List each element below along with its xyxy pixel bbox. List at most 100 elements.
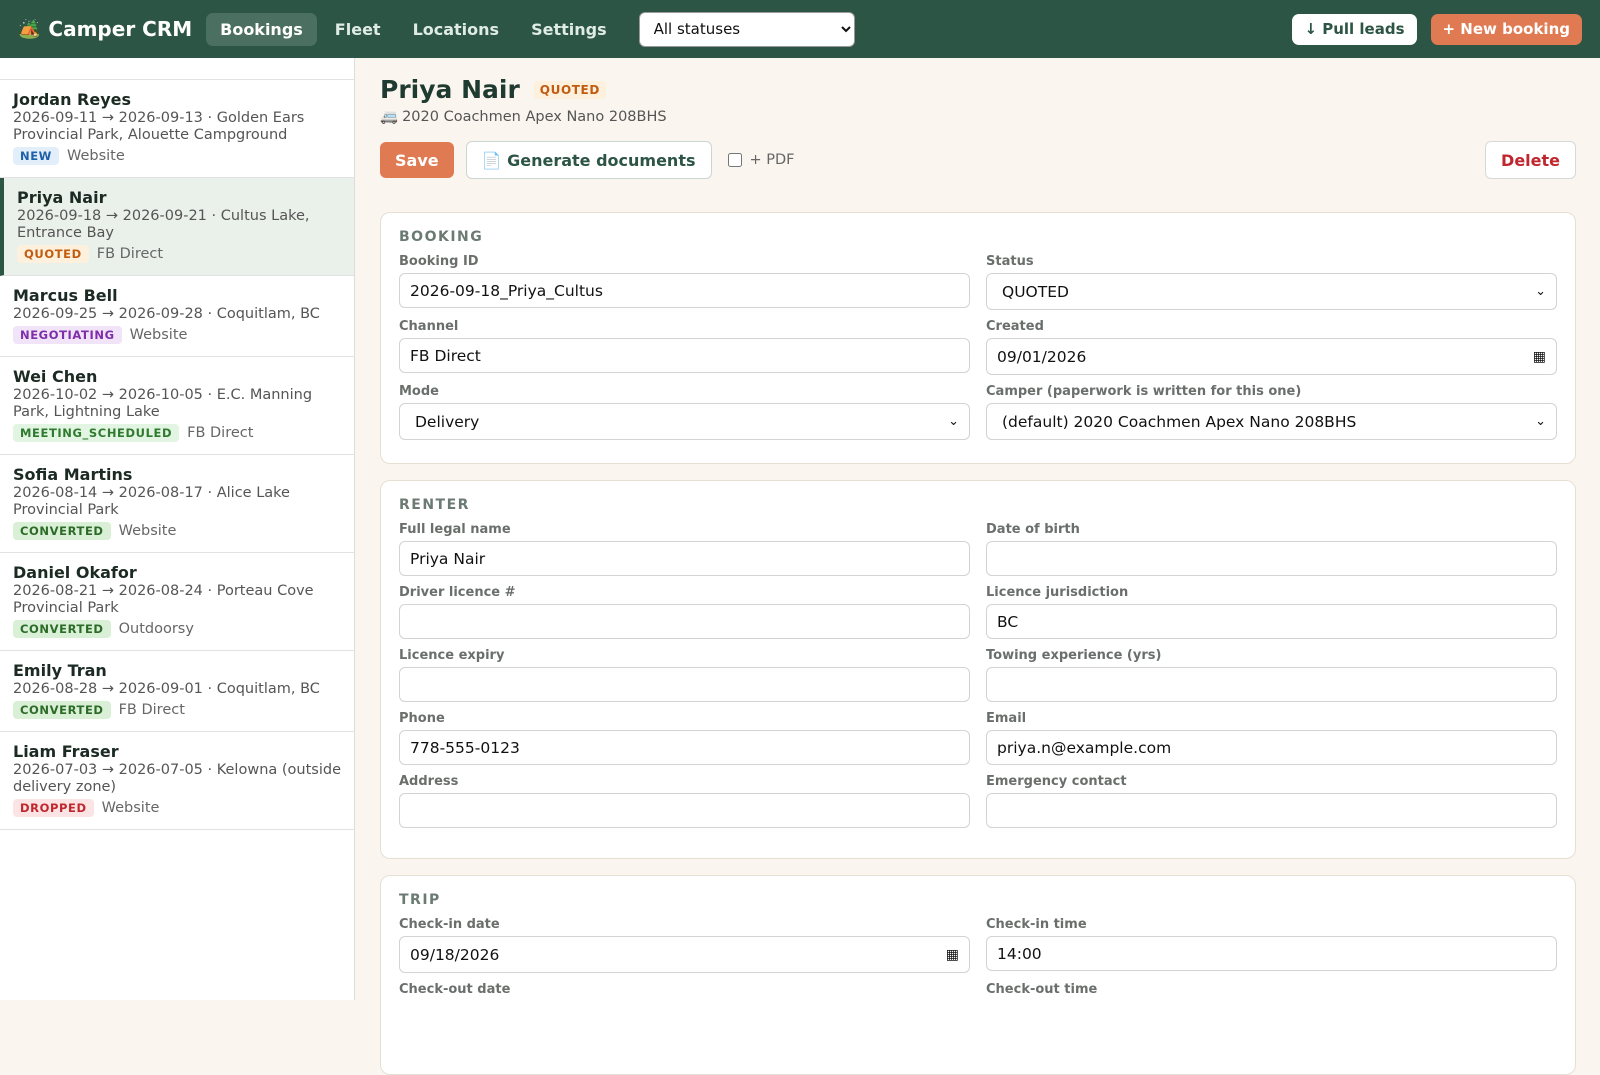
field-label: Check-in time	[986, 917, 1087, 932]
camper-select[interactable]: (default) 2020 Coachmen Apex Nano 208BHS…	[986, 403, 1557, 440]
trip-section: TRIP Check-in date 09/18/2026 ▦ Check-in…	[380, 875, 1576, 1075]
booking-list-item[interactable]: Daniel Okafor 2026-08-21 → 2026-08-24 · …	[0, 553, 354, 651]
booking-channel: Website	[66, 148, 125, 164]
dob-field: Date of birth	[986, 522, 1557, 576]
channel-input[interactable]: FB Direct	[399, 338, 970, 373]
booking-list-item[interactable]: Jordan Reyes 2026-09-11 → 2026-09-13 · G…	[0, 80, 354, 178]
booking-name: Wei Chen	[13, 367, 98, 386]
booking-details: 2026-09-25 → 2026-09-28 · Coquitlam, BC	[13, 306, 320, 322]
checkout-date-field: Check-out date	[399, 982, 970, 1001]
booking-list-item[interactable]: Marcus Bell 2026-09-25 → 2026-09-28 · Co…	[0, 276, 354, 357]
booking-list-item-selected[interactable]: Priya Nair 2026-09-18 → 2026-09-21 · Cul…	[0, 178, 354, 276]
nav-locations[interactable]: Locations	[399, 13, 514, 46]
full-name-input[interactable]: Priya Nair	[399, 541, 970, 576]
field-label: Address	[399, 774, 459, 789]
booking-channel: Website	[118, 523, 177, 539]
emergency-contact-field: Emergency contact	[986, 774, 1557, 828]
booking-name: Jordan Reyes	[13, 90, 132, 109]
booking-meta: QUOTED FB Direct	[17, 245, 341, 263]
campfire-icon: 🏕️	[18, 18, 41, 40]
calendar-icon[interactable]: ▦	[946, 947, 959, 963]
field-label: Date of birth	[986, 522, 1080, 537]
mode-select[interactable]: Delivery ⌄	[399, 403, 970, 440]
booking-name: Daniel Okafor	[13, 563, 137, 582]
channel-field: Channel FB Direct	[399, 319, 970, 375]
nav-settings[interactable]: Settings	[517, 13, 621, 46]
booking-details: 2026-10-02 → 2026-10-05 · E.C. Manning P…	[13, 387, 313, 420]
renter-section: RENTER Full legal name Priya Nair Date o…	[380, 480, 1576, 859]
phone-field: Phone 778-555-0123	[399, 711, 970, 765]
licence-expiry-field: Licence expiry	[399, 648, 970, 702]
checkin-date-input[interactable]: 09/18/2026 ▦	[399, 936, 970, 973]
towing-field: Towing experience (yrs)	[986, 648, 1557, 702]
top-actions: ↓ Pull leads + New booking	[1292, 13, 1582, 45]
field-label: Channel	[399, 319, 459, 334]
field-label: Full legal name	[399, 522, 511, 537]
camper-value: (default) 2020 Coachmen Apex Nano 208BHS	[1002, 412, 1357, 431]
phone-input[interactable]: 778-555-0123	[399, 730, 970, 765]
app-brand[interactable]: 🏕️ Camper CRM	[18, 17, 192, 41]
action-bar: Save 📄 Generate documents + PDF Delete	[380, 141, 1576, 179]
jurisdiction-field: Licence jurisdiction BC	[986, 585, 1557, 639]
booking-list-item[interactable]: Sofia Martins 2026-08-14 → 2026-08-17 · …	[0, 455, 354, 553]
licence-input[interactable]	[399, 604, 970, 639]
delete-button[interactable]: Delete	[1485, 141, 1576, 179]
mode-field: Mode Delivery ⌄	[399, 384, 970, 440]
email-input[interactable]: priya.n@example.com	[986, 730, 1557, 765]
status-filter-select[interactable]: All statuses	[638, 11, 855, 47]
camper-name: 2020 Coachmen Apex Nano 208BHS	[402, 108, 667, 125]
booking-details: 2026-09-18 → 2026-09-21 · Cultus Lake, E…	[17, 208, 310, 241]
booking-list-item[interactable]: Emily Tran 2026-08-28 → 2026-09-01 · Coq…	[0, 651, 354, 732]
licence-expiry-input[interactable]	[399, 667, 970, 702]
towing-input[interactable]	[986, 667, 1557, 702]
nav-bookings[interactable]: Bookings	[206, 12, 317, 46]
booking-channel: Outdoorsy	[118, 621, 194, 637]
status-badge: QUOTED	[533, 80, 606, 99]
status-select[interactable]: QUOTED ⌄	[986, 273, 1557, 310]
status-badge: CONVERTED	[13, 620, 111, 638]
email-field: Email priya.n@example.com	[986, 711, 1557, 765]
list-header-spacer	[0, 58, 354, 80]
top-bar: 🏕️ Camper CRM Bookings Fleet Locations S…	[0, 0, 1600, 58]
created-date-input[interactable]: 09/01/2026 ▦	[986, 338, 1557, 375]
booking-name: Priya Nair	[17, 188, 107, 207]
generate-documents-button[interactable]: 📄 Generate documents	[465, 141, 712, 179]
pdf-option[interactable]: + PDF	[727, 152, 795, 168]
status-badge: DROPPED	[13, 799, 94, 817]
status-badge: NEGOTIATING	[13, 326, 122, 344]
booking-list-item[interactable]: Liam Fraser 2026-07-03 → 2026-07-05 · Ke…	[0, 732, 354, 830]
pull-leads-button[interactable]: ↓ Pull leads	[1292, 13, 1417, 45]
jurisdiction-input[interactable]: BC	[986, 604, 1557, 639]
field-label: Check-out time	[986, 982, 1098, 997]
booking-name: Marcus Bell	[13, 286, 118, 305]
checkin-time-input[interactable]: 14:00	[986, 936, 1557, 971]
section-title: TRIP	[399, 892, 441, 908]
emergency-contact-input[interactable]	[986, 793, 1557, 828]
checkin-date-value: 09/18/2026	[410, 945, 500, 964]
dob-input[interactable]	[986, 541, 1557, 576]
chevron-down-icon: ⌄	[1535, 414, 1546, 429]
status-field: Status QUOTED ⌄	[986, 254, 1557, 310]
checkout-time-field: Check-out time	[986, 982, 1557, 1001]
field-label: Check-out date	[399, 982, 511, 997]
page-title: Priya Nair	[380, 75, 520, 104]
save-button[interactable]: Save	[380, 142, 454, 178]
booking-id-input[interactable]: 2026-09-18_Priya_Cultus	[399, 273, 970, 308]
pdf-checkbox[interactable]	[727, 153, 742, 167]
calendar-icon[interactable]: ▦	[1533, 349, 1546, 365]
chevron-down-icon: ⌄	[948, 414, 959, 429]
nav-fleet[interactable]: Fleet	[321, 13, 395, 46]
full-name-field: Full legal name Priya Nair	[399, 522, 970, 576]
booking-name: Liam Fraser	[13, 742, 119, 761]
booking-section: BOOKING Booking ID 2026-09-18_Priya_Cult…	[380, 212, 1576, 464]
booking-detail: Priya Nair QUOTED 🚐 2020 Coachmen Apex N…	[356, 58, 1600, 1075]
address-input[interactable]	[399, 793, 970, 828]
new-booking-button[interactable]: + New booking	[1430, 13, 1582, 45]
field-label: Licence jurisdiction	[986, 585, 1129, 600]
field-label: Email	[986, 711, 1027, 726]
status-badge: CONVERTED	[13, 701, 111, 719]
booking-list-item[interactable]: Wei Chen 2026-10-02 → 2026-10-05 · E.C. …	[0, 357, 354, 455]
status-badge: MEETING_SCHEDULED	[13, 424, 180, 442]
booking-details: 2026-07-03 → 2026-07-05 · Kelowna (outsi…	[13, 762, 341, 795]
booking-channel: Website	[101, 800, 160, 816]
